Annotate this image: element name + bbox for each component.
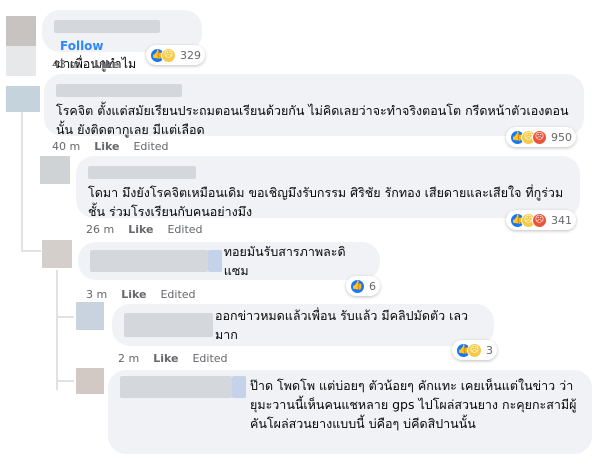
like-button[interactable]: Like xyxy=(121,288,146,301)
avatar[interactable] xyxy=(76,302,104,330)
edited-label[interactable]: Edited xyxy=(160,288,195,301)
comment-meta: 2 m Like Edited xyxy=(118,352,242,365)
reaction-summary[interactable]: 👍 6 xyxy=(346,276,380,296)
comment-bubble: โรคจิต ตั้งแต่สมัยเรียนประถมตอนเรียนด้วย… xyxy=(44,74,584,137)
commenter-name[interactable] xyxy=(124,313,214,337)
comment-time[interactable]: 2 m xyxy=(118,352,139,365)
commenter-name-tag[interactable] xyxy=(208,250,222,272)
thread-line xyxy=(21,250,41,252)
thread-line xyxy=(56,270,58,390)
comment-text: ป๊าด โพดโพ แต่บ่อยๆ ตัวน้อยๆ คักแทะ เคยเ… xyxy=(250,378,577,431)
comment-meta: 40 m Like Edited xyxy=(52,140,183,153)
reaction-count: 950 xyxy=(551,130,572,144)
comment-time[interactable]: 26 m xyxy=(86,223,114,236)
sad-icon: ☹ xyxy=(467,342,482,358)
avatar[interactable] xyxy=(40,156,70,184)
sad-icon: ☹ xyxy=(161,47,176,63)
reaction-count: 341 xyxy=(551,213,572,227)
commenter-name[interactable] xyxy=(120,376,232,398)
like-button[interactable]: Like xyxy=(94,140,119,153)
reaction-summary[interactable]: 👍 ☹ ☹ 341 xyxy=(506,210,576,230)
comment-bubble: ออกข่าวหมดแล้วเพื่อน รับแล้ว มีคลิปมัดตั… xyxy=(112,304,494,346)
comment-text: โรคจิต ตั้งแต่สมัยเรียนประถมตอนเรียนด้วย… xyxy=(56,103,569,137)
avatar[interactable] xyxy=(42,240,72,268)
like-icon: 👍 xyxy=(350,278,365,294)
like-button[interactable]: Like xyxy=(94,58,119,71)
comment-meta: 43 m Like xyxy=(52,58,133,71)
commenter-name[interactable] xyxy=(88,166,196,179)
reaction-count: 3 xyxy=(486,343,493,357)
follow-button[interactable]: Follow xyxy=(60,39,104,53)
like-button[interactable]: Like xyxy=(153,352,178,365)
avatar[interactable] xyxy=(76,368,104,394)
comment-time[interactable]: 3 m xyxy=(86,288,107,301)
comment-thread: Follow ฆ่าเพื่อนกูทำไม 👍 ☹ 329 43 m Like … xyxy=(0,0,600,458)
thread-line xyxy=(56,316,74,318)
avatar[interactable] xyxy=(6,16,36,46)
avatar-shadow xyxy=(6,46,36,76)
commenter-name[interactable] xyxy=(54,20,160,33)
reaction-count: 6 xyxy=(369,279,376,293)
comment-time[interactable]: 43 m xyxy=(52,58,80,71)
reaction-count: 329 xyxy=(180,48,201,62)
commenter-name-tag[interactable] xyxy=(232,376,246,398)
avatar[interactable] xyxy=(6,86,40,112)
edited-label[interactable]: Edited xyxy=(192,352,227,365)
thread-line xyxy=(56,380,74,382)
comment-text: โดมา มึงยังโรคจิตเหมือนเดิม ขอเชิญมึงรับ… xyxy=(88,185,564,219)
comment-time[interactable]: 40 m xyxy=(52,140,80,153)
commenter-name[interactable] xyxy=(90,250,209,272)
comment-meta: 26 m Like Edited xyxy=(86,223,217,236)
reaction-summary[interactable]: 👍 ☹ ☹ 950 xyxy=(506,127,576,147)
comment-meta: 3 m Like Edited xyxy=(86,288,210,301)
reaction-summary[interactable]: 👍 ☹ 3 xyxy=(452,340,497,360)
edited-label[interactable]: Edited xyxy=(167,223,202,236)
comment-bubble: ทอยมันรับสารภาพละดิแซม xyxy=(78,242,380,280)
reaction-summary[interactable]: 👍 ☹ 329 xyxy=(146,45,205,65)
angry-icon: ☹ xyxy=(532,212,547,228)
like-button[interactable]: Like xyxy=(128,223,153,236)
thread-line xyxy=(21,112,23,252)
comment-bubble: โดมา มึงยังโรคจิตเหมือนเดิม ขอเชิญมึงรับ… xyxy=(76,156,580,219)
comment-bubble: ป๊าด โพดโพ แต่บ่อยๆ ตัวน้อยๆ คักแทะ เคยเ… xyxy=(108,370,592,454)
angry-icon: ☹ xyxy=(532,129,547,145)
comment-text: ออกข่าวหมดแล้วเพื่อน รับแล้ว มีคลิปมัดตั… xyxy=(215,308,469,342)
commenter-name[interactable] xyxy=(56,84,182,97)
edited-label[interactable]: Edited xyxy=(133,140,168,153)
comment-text: ทอยมันรับสารภาพละดิแซม xyxy=(223,244,346,278)
